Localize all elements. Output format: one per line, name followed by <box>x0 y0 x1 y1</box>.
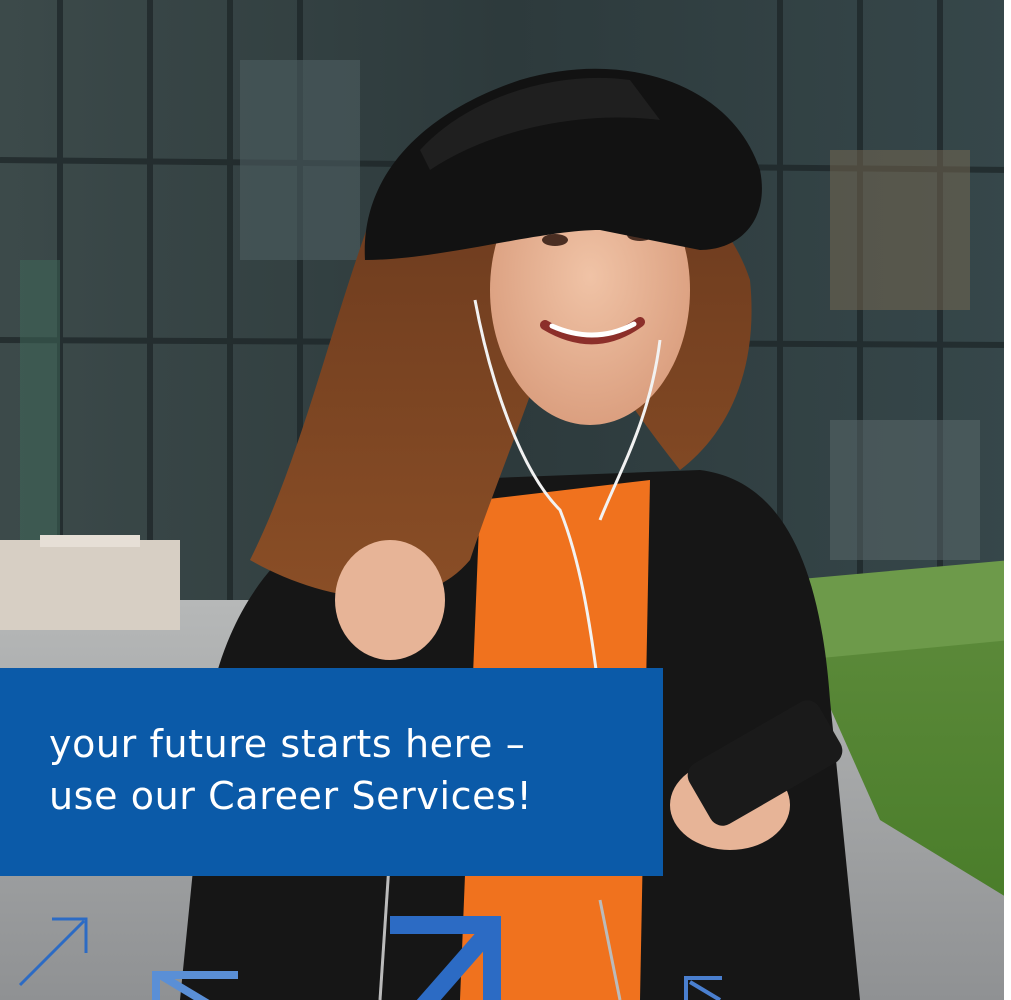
arrow-corner-icon <box>684 976 722 1000</box>
hero-photo: your future starts here – use our Career… <box>0 0 1011 1000</box>
arrow-up-right-icon <box>18 917 88 987</box>
large-arrow-up-right-icon <box>390 916 501 1000</box>
decorative-arrows <box>18 916 722 1000</box>
arrow-up-left-icon <box>152 971 238 1000</box>
